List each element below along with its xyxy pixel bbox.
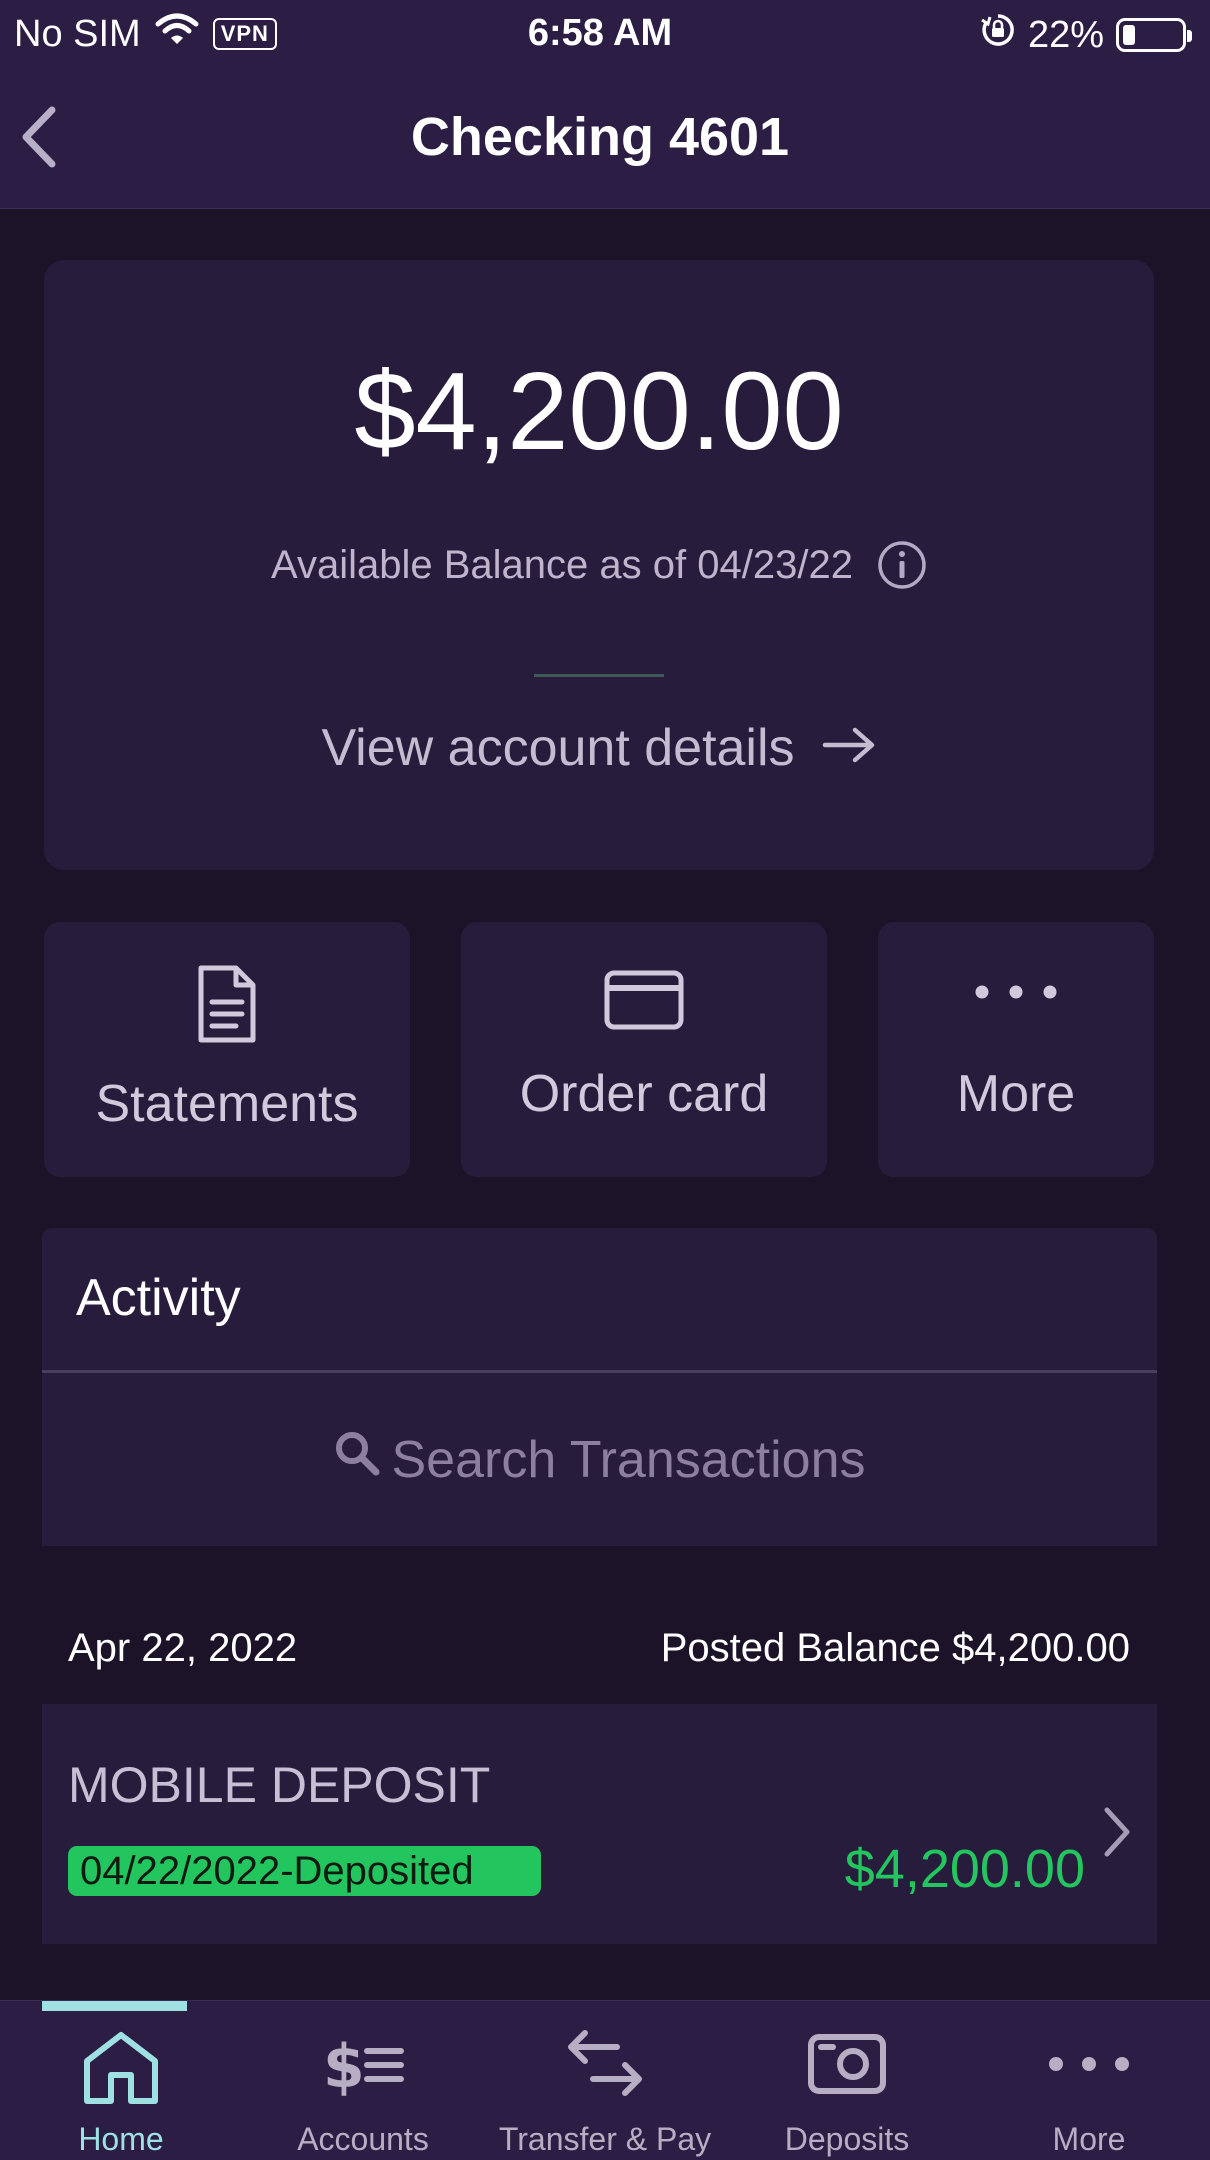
chevron-right-icon [1097, 1802, 1137, 1862]
statements-button[interactable]: Statements [44, 922, 410, 1177]
balance-card: $4,200.00 Available Balance as of 04/23/… [44, 260, 1154, 870]
arrow-right-icon [821, 718, 877, 778]
document-icon [44, 964, 410, 1044]
deposits-icon [726, 2029, 968, 2099]
order-card-label: Order card [519, 1065, 769, 1123]
svg-text:$: $ [323, 2032, 365, 2099]
tab-transfer-pay-label: Transfer & Pay [498, 2121, 712, 2157]
statements-label: Statements [95, 1075, 359, 1133]
tab-more-label: More [1052, 2121, 1126, 2157]
transaction-date: Apr 22, 2022 [68, 1626, 298, 1670]
tab-bar: Home $ Accounts Transfer & Pay Deposits … [0, 2000, 1210, 2160]
tab-home-label: Home [78, 2121, 164, 2157]
more-actions-label: More [956, 1065, 1076, 1123]
search-placeholder: Search Transactions [391, 1430, 866, 1489]
status-right: 22% [980, 12, 1192, 58]
more-actions-button[interactable]: More [878, 922, 1154, 1177]
transaction-status-badge: 04/22/2022-Deposited [68, 1846, 541, 1896]
tab-deposits[interactable]: Deposits [726, 2001, 968, 2160]
battery-icon [1116, 18, 1192, 52]
activity-header: Activity [42, 1228, 1157, 1370]
nav-bar: Checking 4601 [0, 66, 1210, 209]
tab-accounts-label: Accounts [297, 2121, 429, 2157]
rotation-lock-icon [980, 12, 1016, 58]
status-bar: No SIM VPN 6:58 AM 22% [0, 0, 1210, 66]
balance-caption-row: Available Balance as of 04/23/22 [44, 540, 1154, 590]
tab-more[interactable]: More [968, 2001, 1210, 2160]
transaction-name: MOBILE DEPOSIT [68, 1757, 491, 1813]
credit-card-icon [461, 970, 827, 1030]
transaction-row[interactable]: MOBILE DEPOSIT 04/22/2022-Deposited $4,2… [42, 1704, 1157, 1944]
home-icon [0, 2029, 242, 2105]
view-account-details-link[interactable]: View account details [44, 718, 1154, 778]
tab-transfer-pay[interactable]: Transfer & Pay [484, 2001, 726, 2160]
balance-divider [534, 674, 664, 677]
more-icon [968, 2055, 1210, 2073]
info-icon[interactable] [877, 540, 927, 590]
tab-home[interactable]: Home [0, 2001, 242, 2160]
transaction-amount: $4,200.00 [844, 1839, 1085, 1899]
transfer-icon [484, 2029, 726, 2099]
transaction-date-header: Apr 22, 2022 Posted Balance $4,200.00 [42, 1626, 1130, 1676]
activity-title: Activity [76, 1269, 241, 1327]
ellipsis-icon [878, 984, 1154, 1000]
battery-percent: 22% [1027, 13, 1104, 56]
order-card-button[interactable]: Order card [461, 922, 827, 1177]
search-icon [333, 1429, 381, 1490]
view-details-label: View account details [321, 719, 795, 777]
balance-amount: $4,200.00 [354, 350, 844, 473]
balance-caption: Available Balance as of 04/23/22 [271, 542, 853, 587]
tab-deposits-label: Deposits [784, 2121, 910, 2157]
app-screen: No SIM VPN 6:58 AM 22% Checking 4601 $4,… [0, 0, 1210, 2160]
tab-accounts[interactable]: $ Accounts [242, 2001, 484, 2160]
battery-fill [1123, 25, 1135, 45]
accounts-icon: $ [242, 2029, 484, 2099]
page-title: Checking 4601 [410, 107, 790, 167]
search-transactions-input[interactable]: Search Transactions [42, 1373, 1157, 1546]
posted-balance: Posted Balance $4,200.00 [660, 1626, 1130, 1670]
